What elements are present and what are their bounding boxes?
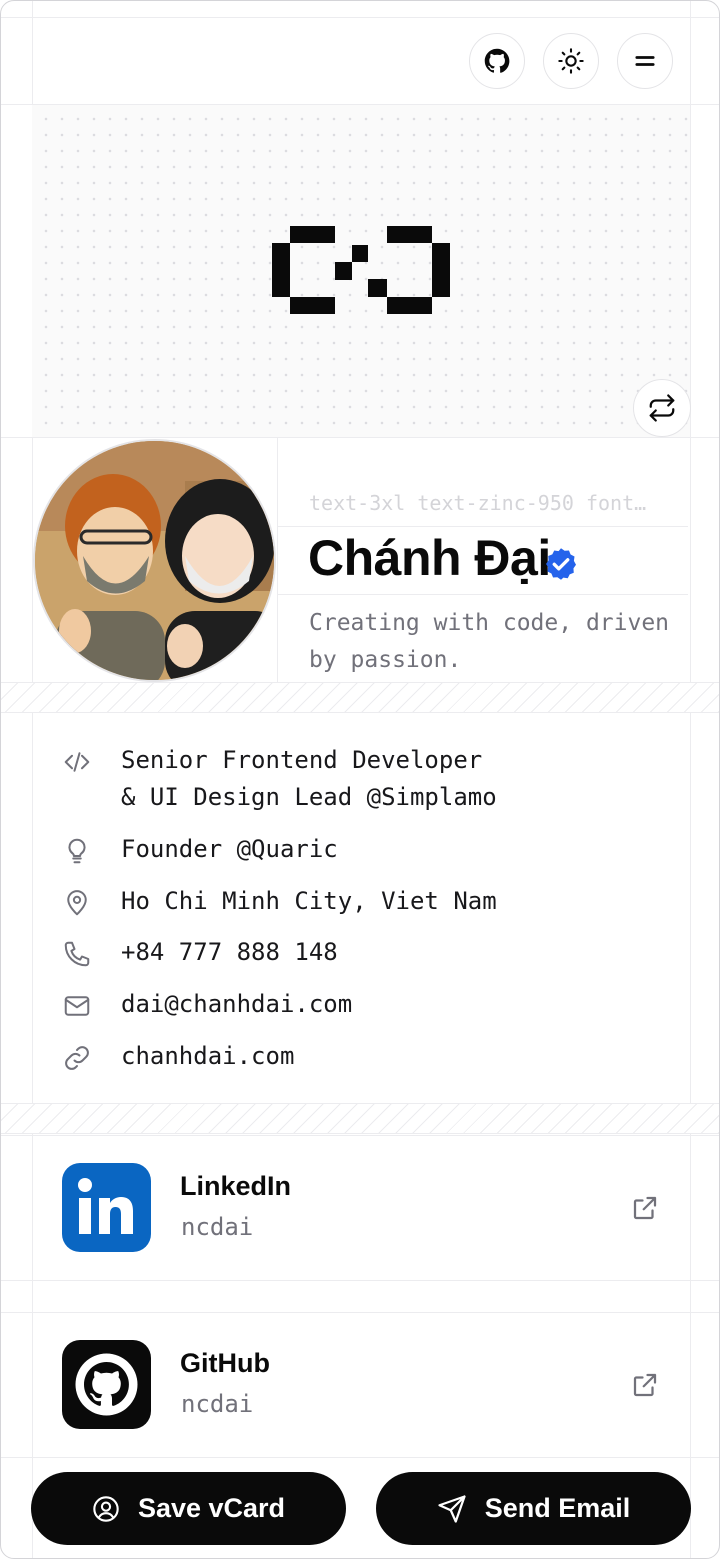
social-link-linkedin[interactable]: LinkedIn ncdai xyxy=(32,1135,690,1281)
info-text: Ho Chi Minh City, Viet Nam xyxy=(121,887,497,915)
guide-line xyxy=(277,437,278,682)
info-phone[interactable]: +84 777 888 148 xyxy=(61,934,338,971)
linkedin-icon xyxy=(62,1163,151,1252)
github-link-button[interactable] xyxy=(469,33,525,89)
guide-line xyxy=(1,17,719,18)
code-hint: text-3xl text-zinc-950 font… xyxy=(309,491,647,515)
guide-line xyxy=(1,1457,719,1458)
external-link-icon xyxy=(633,1196,657,1220)
profile-name: Chánh Đại xyxy=(308,530,551,586)
send-email-label: Send Email xyxy=(484,1493,631,1523)
social-handle: ncdai xyxy=(181,1390,254,1418)
info-location: Ho Chi Minh City, Viet Nam xyxy=(61,883,497,920)
info-website[interactable]: chanhdai.com xyxy=(61,1038,294,1075)
info-text: chanhdai.com xyxy=(121,1042,295,1070)
profile-page: text-3xl text-zinc-950 font… Chánh Đại C… xyxy=(0,0,720,1559)
guide-line xyxy=(1,437,719,438)
info-text: Founder @Quaric xyxy=(121,835,338,863)
send-icon xyxy=(438,1494,466,1523)
user-circle-icon xyxy=(93,1495,119,1522)
save-vcard-button[interactable]: Save vCard xyxy=(31,1472,346,1545)
social-title: GitHub xyxy=(180,1348,270,1378)
theme-toggle-button[interactable] xyxy=(543,33,599,89)
swap-banner-button[interactable] xyxy=(633,379,691,437)
verified-badge-icon xyxy=(546,548,576,580)
mail-icon xyxy=(61,990,93,1022)
repeat-icon xyxy=(649,394,675,422)
info-founder: Founder @Quaric xyxy=(61,831,338,868)
guide-line xyxy=(1,1135,719,1136)
social-title: LinkedIn xyxy=(180,1171,292,1201)
avatar xyxy=(33,439,276,682)
guide-line xyxy=(690,1,691,1558)
sun-icon xyxy=(558,48,584,74)
map-pin-icon xyxy=(61,887,93,919)
external-link-icon xyxy=(633,1373,657,1397)
guide-line xyxy=(277,594,688,595)
code-icon xyxy=(61,746,93,778)
avatar-illustration xyxy=(35,441,274,680)
guide-line xyxy=(1,1280,719,1281)
lightbulb-icon xyxy=(61,835,93,867)
send-email-button[interactable]: Send Email xyxy=(376,1472,691,1545)
github-icon xyxy=(484,48,510,73)
link-icon xyxy=(61,1042,93,1074)
info-job: Senior Frontend Developer & UI Design Le… xyxy=(61,742,497,816)
info-email[interactable]: dai@chanhdai.com xyxy=(61,986,352,1023)
social-link-github[interactable]: GitHub ncdai xyxy=(32,1312,690,1458)
phone-icon xyxy=(61,938,93,970)
info-text: +84 777 888 148 xyxy=(121,938,338,966)
section-divider xyxy=(1,682,719,713)
menu-button[interactable] xyxy=(617,33,673,89)
brand-logo xyxy=(272,226,450,314)
github-icon xyxy=(62,1340,151,1429)
social-handle: ncdai xyxy=(181,1213,254,1241)
guide-line xyxy=(277,526,688,527)
section-divider xyxy=(1,1103,719,1134)
menu-icon xyxy=(635,56,655,66)
info-text: Senior Frontend Developer & UI Design Le… xyxy=(121,746,497,811)
info-text: dai@chanhdai.com xyxy=(121,990,353,1018)
save-vcard-label: Save vCard xyxy=(137,1493,286,1523)
profile-tagline: Creating with code, driven by passion. xyxy=(309,610,670,673)
